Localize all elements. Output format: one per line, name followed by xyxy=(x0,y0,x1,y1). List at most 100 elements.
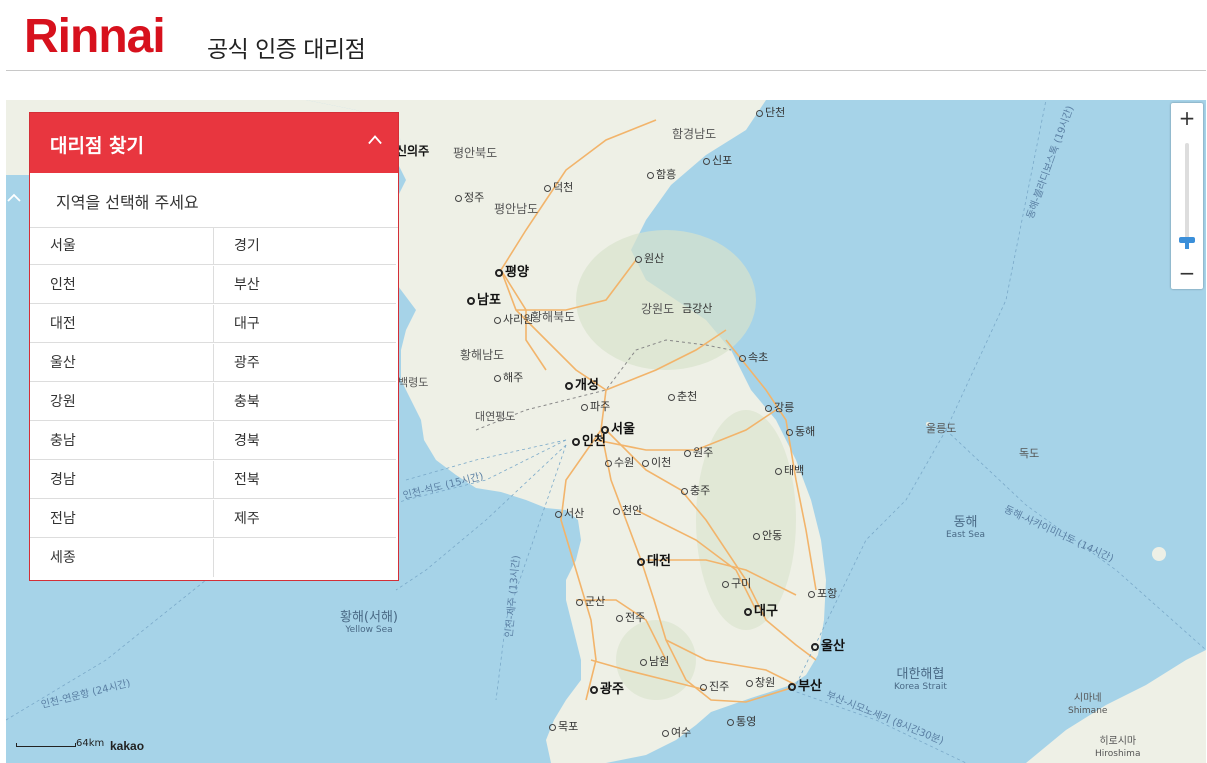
city-marker[interactable]: 금강산 xyxy=(682,302,712,315)
city-marker[interactable]: 울산 xyxy=(811,640,845,653)
city-marker[interactable]: 원주 xyxy=(684,446,713,459)
city-name: 목포 xyxy=(558,720,579,733)
city-marker[interactable]: 서산 xyxy=(555,507,584,520)
city-marker[interactable]: 동해 xyxy=(786,425,815,438)
city-marker[interactable]: 정주 xyxy=(455,191,484,204)
city-name: 원산 xyxy=(644,252,665,265)
sea-label: 동해 East Sea xyxy=(946,516,985,542)
city-marker[interactable]: 신포 xyxy=(703,154,732,167)
region-option[interactable]: 광주 xyxy=(213,344,396,382)
region-option[interactable]: 전남 xyxy=(30,500,213,538)
city-dot-icon xyxy=(637,557,645,566)
city-marker[interactable]: 진주 xyxy=(700,680,729,693)
city-marker[interactable]: 천안 xyxy=(613,504,642,517)
region-option[interactable]: 대구 xyxy=(213,305,396,343)
region-label: 평안북도 xyxy=(453,146,498,160)
place-name: 히로시마 xyxy=(1099,736,1137,747)
city-dot-icon xyxy=(590,685,598,694)
city-marker[interactable]: 해주 xyxy=(494,371,523,384)
city-dot-icon xyxy=(455,194,462,202)
region-prompt: 지역을 선택해 주세요 xyxy=(30,173,398,228)
city-marker[interactable]: 신의주 xyxy=(396,145,429,158)
region-option[interactable]: 충북 xyxy=(213,383,396,421)
collapse-chevron-icon[interactable] xyxy=(368,133,382,147)
region-option[interactable]: 경기 xyxy=(213,227,396,265)
city-marker[interactable]: 강릉 xyxy=(765,401,794,414)
scale-label: 64km xyxy=(76,738,105,749)
city-name: 원주 xyxy=(693,446,714,459)
city-dot-icon xyxy=(808,590,815,598)
region-option[interactable]: 제주 xyxy=(213,500,396,538)
city-marker[interactable]: 여수 xyxy=(662,726,691,739)
city-marker[interactable]: 인천 xyxy=(572,435,606,448)
city-marker[interactable]: 서울 xyxy=(601,423,635,436)
city-marker[interactable]: 태백 xyxy=(775,464,804,477)
city-name: 수원 xyxy=(614,456,635,469)
city-dot-icon xyxy=(700,683,707,691)
city-marker[interactable]: 대전 xyxy=(637,555,671,568)
city-marker[interactable]: 이천 xyxy=(642,456,671,469)
city-name: 포항 xyxy=(817,587,838,600)
panel-header[interactable]: 대리점 찾기 xyxy=(30,113,398,173)
city-marker[interactable]: 수원 xyxy=(605,456,634,469)
city-marker[interactable]: 남원 xyxy=(640,655,669,668)
city-marker[interactable]: 군산 xyxy=(576,595,605,608)
region-option[interactable]: 대전 xyxy=(30,305,213,343)
city-dot-icon xyxy=(601,425,609,434)
place-name-en: Hiroshima xyxy=(1095,749,1141,759)
city-marker[interactable]: 사리원 xyxy=(494,313,533,326)
zoom-out-button[interactable]: − xyxy=(1171,258,1203,288)
city-dot-icon xyxy=(581,403,588,411)
city-marker[interactable]: 목포 xyxy=(549,720,578,733)
region-option[interactable]: 서울 xyxy=(30,227,213,265)
city-marker[interactable]: 단천 xyxy=(756,106,785,119)
region-option[interactable]: 경남 xyxy=(30,461,213,499)
city-marker[interactable]: 개성 xyxy=(565,379,599,392)
region-option[interactable]: 울산 xyxy=(30,344,213,382)
city-marker[interactable]: 파주 xyxy=(581,400,610,413)
city-marker[interactable]: 대구 xyxy=(744,605,778,618)
header: Rinnai 공식 인증 대리점 xyxy=(0,0,1207,71)
city-marker[interactable]: 창원 xyxy=(746,676,775,689)
city-name: 신의주 xyxy=(396,144,430,158)
city-marker[interactable]: 광주 xyxy=(590,683,624,696)
city-marker[interactable]: 원산 xyxy=(635,252,664,265)
city-name: 파주 xyxy=(590,400,611,413)
city-marker[interactable]: 함흥 xyxy=(647,168,676,181)
city-marker[interactable]: 덕천 xyxy=(544,181,573,194)
region-option[interactable]: 인천 xyxy=(30,266,213,304)
sea-label: 대한해협 Korea Strait xyxy=(894,668,947,694)
region-option[interactable]: 충남 xyxy=(30,422,213,460)
city-marker[interactable]: 남포 xyxy=(467,294,501,307)
city-marker[interactable]: 평양 xyxy=(495,266,529,279)
region-option[interactable]: 경북 xyxy=(213,422,396,460)
city-name: 충주 xyxy=(690,484,711,497)
kakao-logo[interactable]: kakao xyxy=(110,739,144,753)
city-marker[interactable]: 안동 xyxy=(753,529,782,542)
region-option[interactable]: 전북 xyxy=(213,461,396,499)
region-option[interactable]: 세종 xyxy=(30,539,213,577)
region-prompt-text: 지역을 선택해 주세요 xyxy=(56,193,199,212)
city-dot-icon xyxy=(549,723,556,731)
zoom-in-button[interactable]: + xyxy=(1171,103,1203,133)
city-marker[interactable]: 부산 xyxy=(788,680,822,693)
city-marker[interactable]: 통영 xyxy=(727,715,756,728)
city-name: 사리원 xyxy=(503,313,534,326)
city-name: 함흥 xyxy=(656,168,677,181)
city-marker[interactable]: 구미 xyxy=(722,577,751,590)
region-option[interactable]: 강원 xyxy=(30,383,213,421)
city-marker[interactable]: 춘천 xyxy=(668,390,697,403)
city-name: 해주 xyxy=(503,371,524,384)
zoom-control: + − xyxy=(1171,103,1203,289)
zoom-slider-track[interactable] xyxy=(1185,143,1189,247)
city-marker[interactable]: 속초 xyxy=(739,351,768,364)
rinnai-logo[interactable]: Rinnai xyxy=(24,8,166,66)
city-dot-icon xyxy=(565,381,573,390)
city-marker[interactable]: 전주 xyxy=(616,611,645,624)
city-marker[interactable]: 포항 xyxy=(808,587,837,600)
region-option[interactable]: 부산 xyxy=(213,266,396,304)
city-dot-icon xyxy=(616,614,623,622)
city-marker[interactable]: 충주 xyxy=(681,484,710,497)
city-dot-icon xyxy=(746,679,753,687)
chevron-up-icon[interactable] xyxy=(6,190,22,206)
